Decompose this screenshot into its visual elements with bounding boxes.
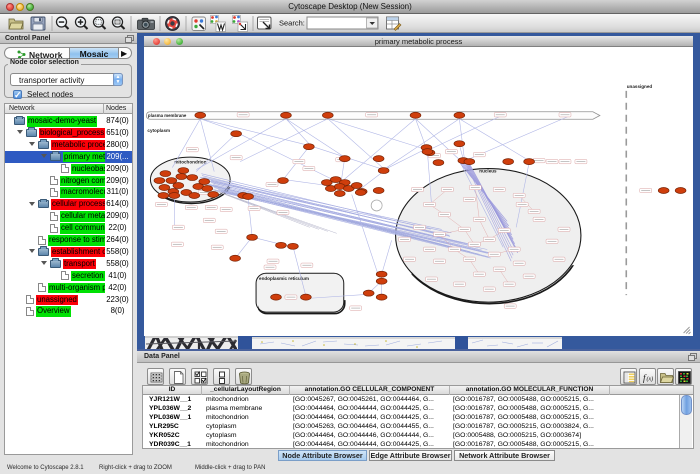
svg-text:unassigned: unassigned (627, 84, 653, 89)
svg-text:(x): (x) (646, 375, 653, 382)
svg-text:plasma membrane: plasma membrane (148, 113, 187, 118)
svg-text:Search:: Search: (279, 19, 305, 28)
svg-text:cytoplasm: cytoplasm (147, 128, 170, 133)
svg-text:mitochondrion: mitochondrion (174, 160, 206, 165)
svg-text:nucleus: nucleus (479, 169, 497, 174)
